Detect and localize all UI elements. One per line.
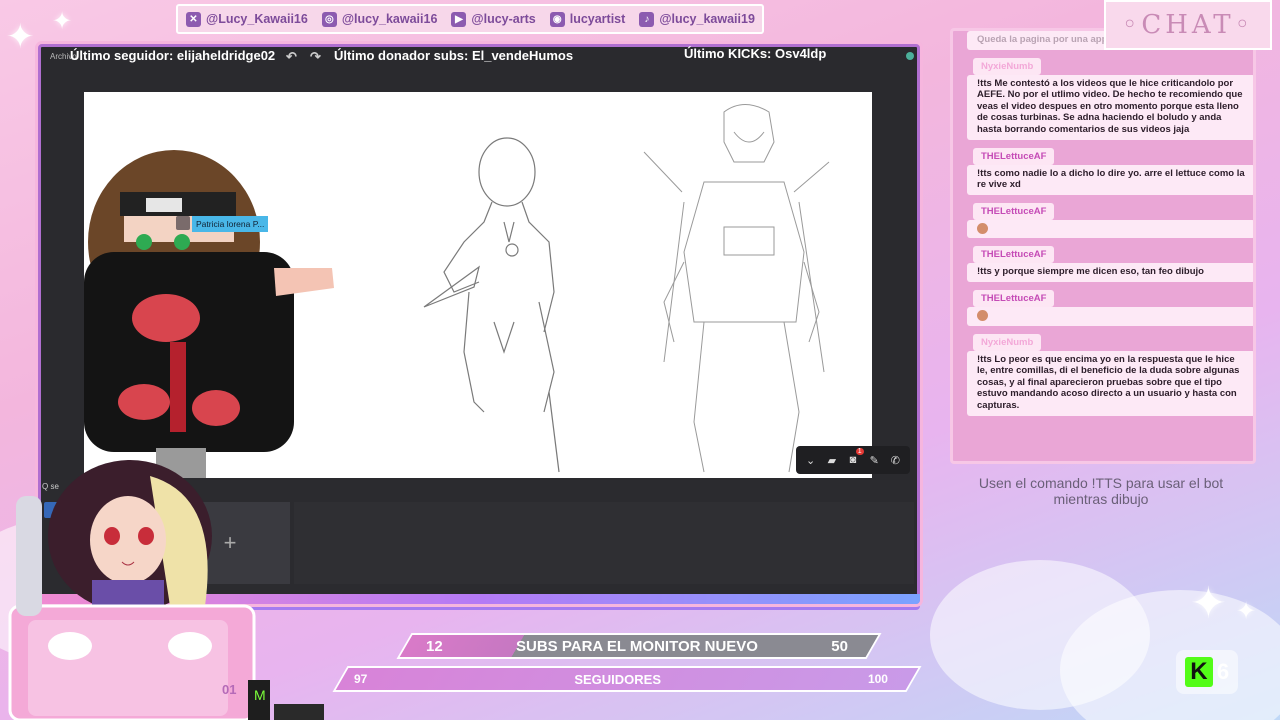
discord-icon: ◉ (549, 11, 565, 27)
last-donor: Último donador subs: El_vendeHumos (334, 48, 574, 63)
social-handle: @lucy_kawaii19 (659, 12, 755, 26)
chevron-down-icon[interactable]: ⌄ (804, 452, 817, 468)
emote-icon (977, 222, 988, 234)
stream-info-bar: Archivo Último seguidor: elijaheldridge0… (42, 46, 916, 68)
tts-note: Usen el comando !TTS para usar el bot mi… (978, 475, 1224, 507)
social-handle: @lucy_kawaii16 (341, 12, 438, 26)
tiktok-icon: ♪ (639, 11, 655, 27)
sparkle-icon: ✦ (1236, 598, 1257, 625)
notification-badge: 1 (855, 448, 864, 455)
phone-icon[interactable]: ✆ (889, 452, 902, 468)
chat-icon[interactable]: ▰ (825, 452, 838, 468)
subs-goal-label: SUBS PARA EL MONITOR NUEVO (516, 637, 758, 655)
social-handle: @lucy-arts (471, 12, 536, 26)
participants-icon[interactable]: ◙ 1 (846, 448, 864, 468)
followers-current: 97 (354, 672, 368, 686)
subs-target: 50 (831, 637, 848, 655)
social-link[interactable]: ◉ lucyartist (549, 11, 626, 27)
last-kick: Último KICKs: Osv4ldp (684, 46, 827, 61)
chat-panel: Queda la pagina por una app lamentabl so… (950, 28, 1256, 464)
sketch-figure-female (423, 137, 560, 473)
desk-number: 01 (222, 682, 237, 697)
collaborator-tag: Patricia lorena P... (192, 216, 269, 232)
chat-message: !tts Lo peor es que encima yo en la resp… (967, 350, 1253, 416)
social-handle: lucyartist (569, 12, 626, 26)
subs-current: 12 (426, 637, 443, 655)
followers-target: 100 (867, 672, 888, 686)
chat-title: ◦CHAT◦ (1104, 0, 1272, 50)
svg-text:M: M (254, 687, 266, 703)
chat-message: !tts Me contestó a los videos que le hic… (967, 74, 1253, 140)
canvas-dock: ⌄ ▰ ◙ 1 ✎ ✆ (796, 446, 910, 474)
sparkle-icon: ✦ (52, 8, 73, 35)
chat-message (967, 219, 1253, 239)
undo-icon[interactable]: ↶ (286, 49, 297, 65)
chat-message: !tts y porque siempre me dicen eso, tan … (967, 263, 1253, 282)
sparkle-icon: ✦ (1190, 579, 1227, 628)
sparkle-icon: ✦ (6, 18, 35, 56)
redo-icon[interactable]: ↷ (310, 49, 321, 65)
last-follower: Último seguidor: elijaheldridge02 (70, 48, 276, 63)
chat-username[interactable]: NyxieNumb (973, 333, 1042, 351)
social-link[interactable]: ▶ @lucy-arts (451, 11, 536, 27)
kick-count: 6 (1216, 659, 1230, 684)
sketch-figure-male (643, 104, 830, 473)
instagram-icon: ◎ (321, 11, 337, 27)
chat-username[interactable]: THELettuceAF (973, 147, 1055, 165)
followers-goal-bar: 97 SEGUIDORES 100 (332, 666, 922, 692)
chat-message (967, 306, 1253, 326)
layers-strip (294, 502, 914, 584)
sketch-artwork (84, 104, 830, 478)
social-link[interactable]: ✕ @Lucy_Kawaii16 (186, 11, 308, 27)
subs-goal-bar: 12 SUBS PARA EL MONITOR NUEVO 50 (396, 633, 882, 659)
social-link[interactable]: ♪ @lucy_kawaii19 (639, 11, 755, 27)
social-links-bar: ✕ @Lucy_Kawaii16 ◎ @lucy_kawaii16 ▶ @lucy-art… (176, 4, 764, 34)
chibi-character (84, 150, 334, 478)
chat-username[interactable]: THELettuceAF (973, 202, 1055, 220)
social-link[interactable]: ◎ @lucy_kawaii16 (321, 11, 438, 27)
followers-goal-label: SEGUIDORES (574, 671, 661, 687)
vtuber-avatar (0, 456, 270, 720)
pin-icon[interactable]: ✎ (868, 452, 881, 468)
kick-counter: K 6 (1176, 650, 1238, 694)
chat-username[interactable]: THELettuceAF (973, 246, 1055, 264)
collaborator-avatar (176, 216, 190, 230)
youtube-icon: ▶ (451, 11, 467, 27)
x-icon: ✕ (186, 11, 201, 27)
energy-drink-cans: M (248, 676, 328, 720)
chat-username[interactable]: THELettuceAF (973, 289, 1055, 307)
drawing-canvas[interactable] (84, 92, 872, 478)
status-dot-icon (906, 52, 914, 60)
chat-username[interactable]: NyxieNumb (973, 57, 1042, 75)
kick-logo-icon: K (1184, 657, 1213, 687)
emote-icon (977, 309, 988, 321)
chat-message: !tts como nadie lo a dicho lo dire yo. a… (967, 164, 1253, 195)
social-handle: @Lucy_Kawaii16 (206, 12, 308, 26)
